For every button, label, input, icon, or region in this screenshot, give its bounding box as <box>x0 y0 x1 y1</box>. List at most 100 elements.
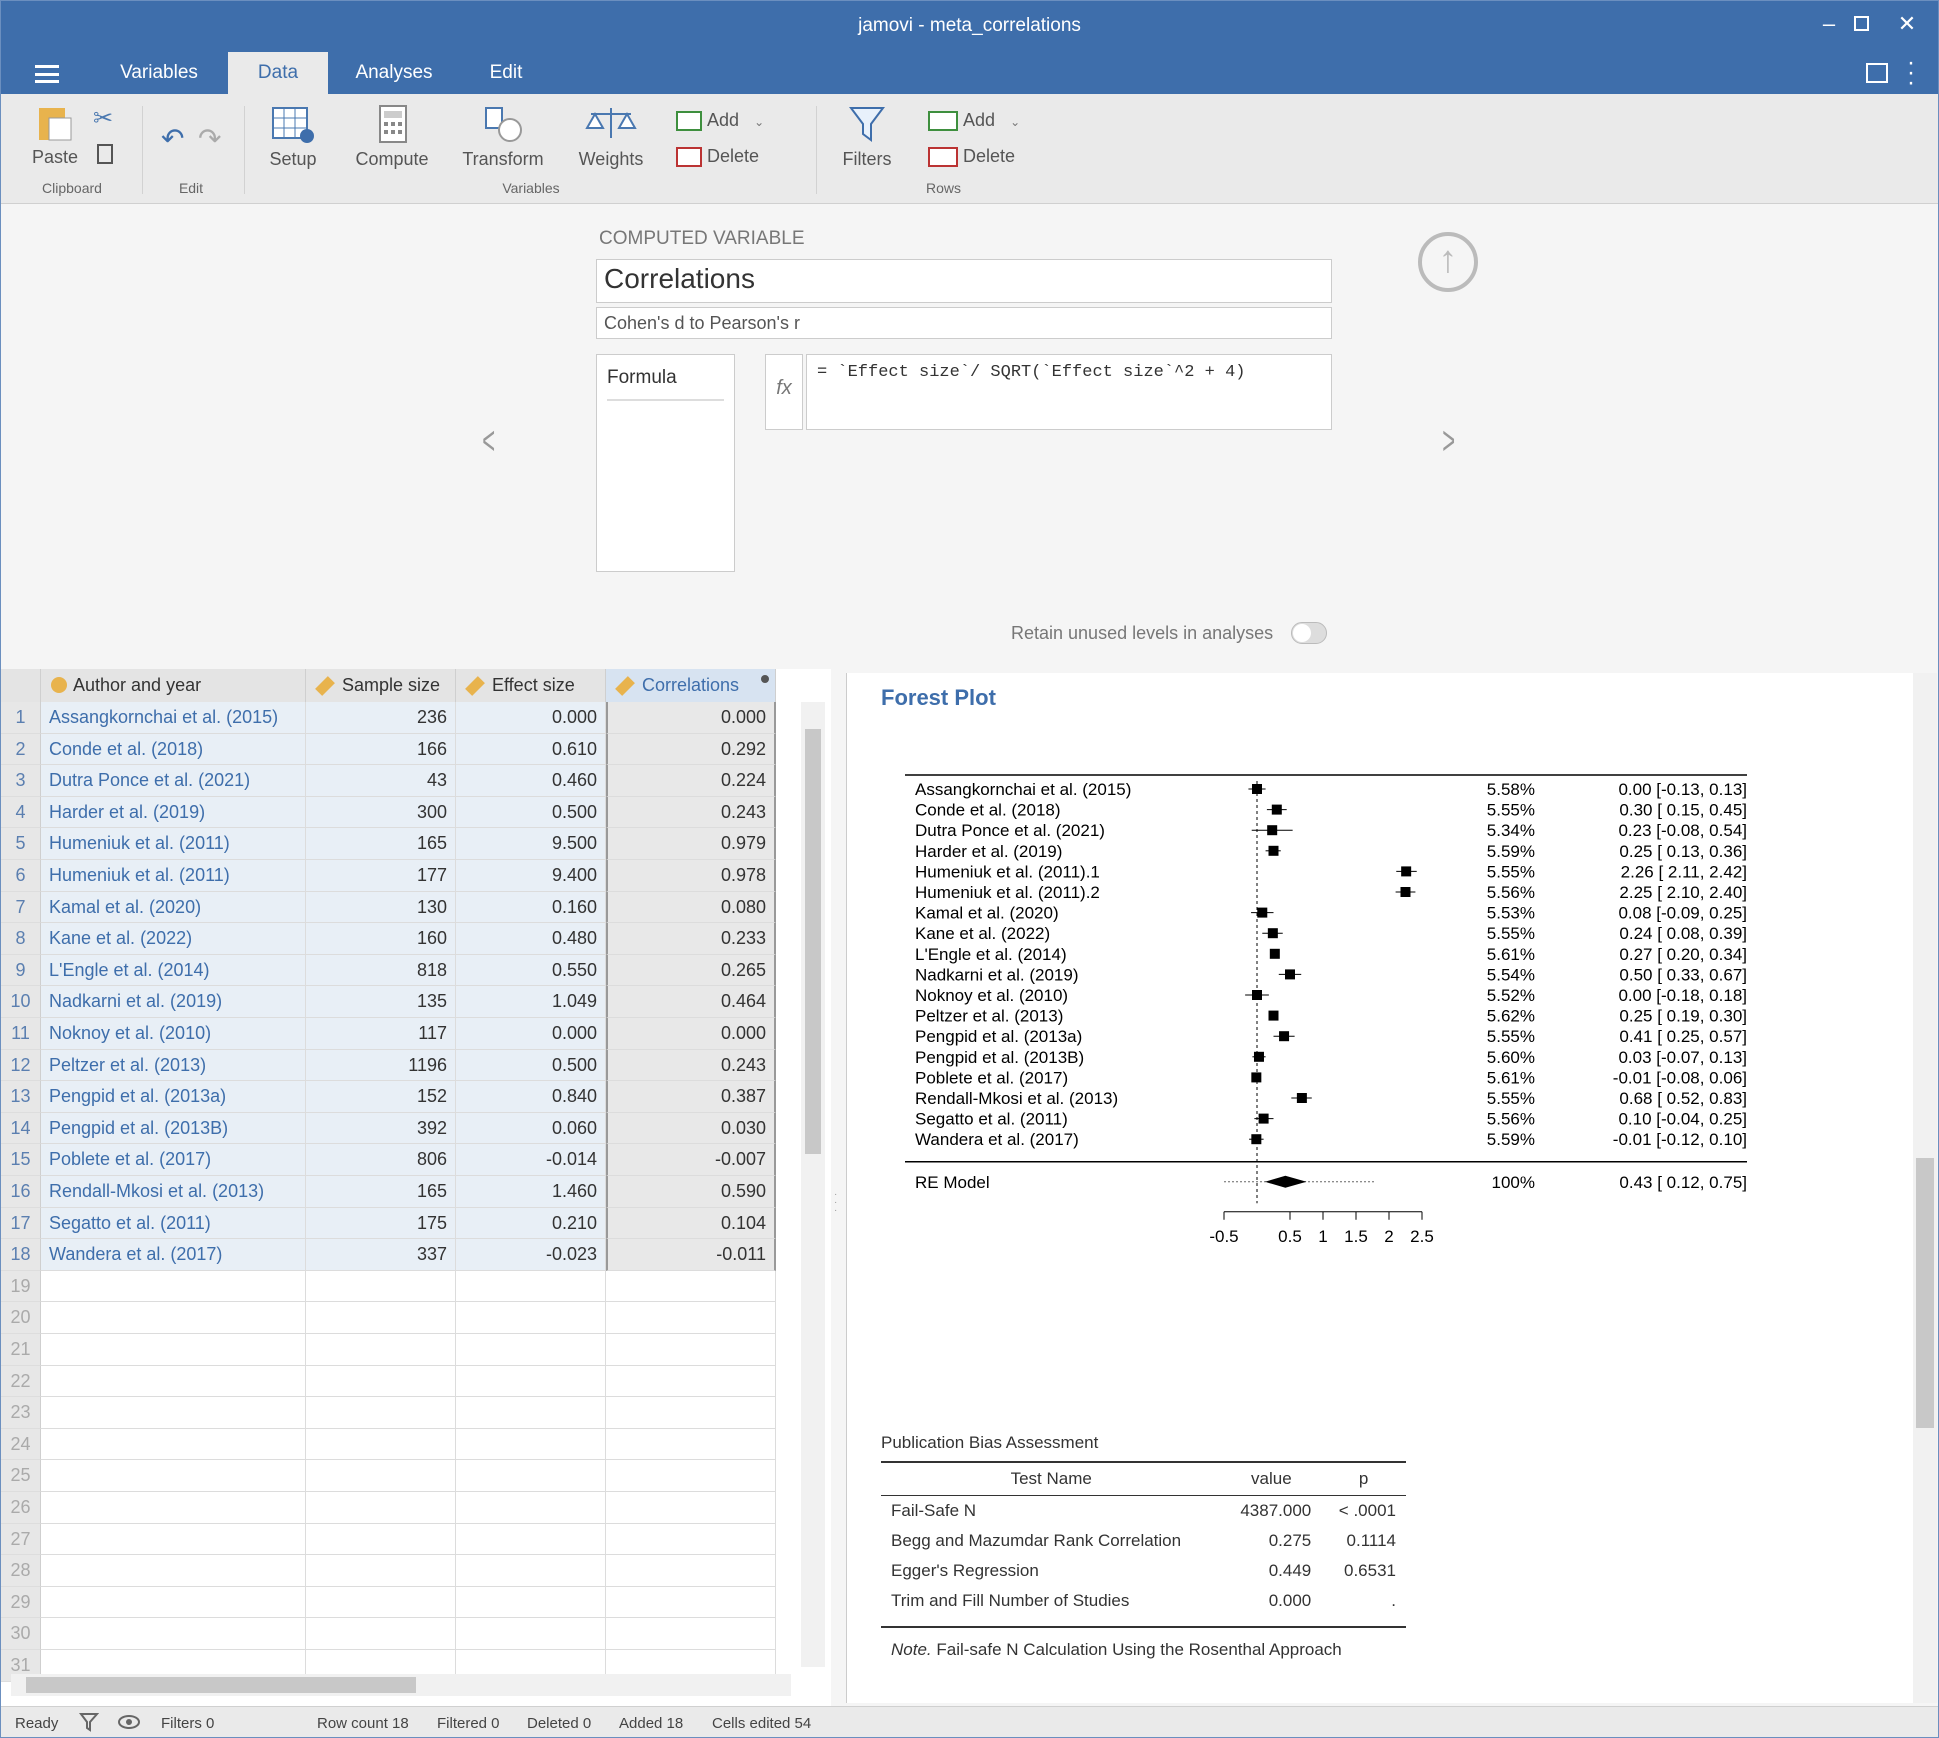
table-cell[interactable]: 236 <box>306 702 456 734</box>
table-cell[interactable]: Harder et al. (2019) <box>41 796 306 829</box>
table-cell[interactable]: 0.243 <box>606 796 776 829</box>
row-number[interactable]: 20 <box>1 1302 41 1334</box>
table-cell[interactable]: Kamal et al. (2020) <box>41 891 306 924</box>
row-number[interactable]: 3 <box>1 765 41 797</box>
table-cell[interactable]: -0.023 <box>456 1239 606 1271</box>
table-cell[interactable]: Humeniuk et al. (2011) <box>41 860 306 892</box>
more-options-icon[interactable]: · · · <box>1907 51 1915 95</box>
table-cell[interactable] <box>41 1302 306 1334</box>
row-number[interactable]: 13 <box>1 1081 41 1113</box>
table-cell[interactable]: 392 <box>306 1112 456 1145</box>
table-cell[interactable] <box>306 1334 456 1366</box>
table-cell[interactable]: 0.480 <box>456 923 606 955</box>
table-cell[interactable]: 818 <box>306 954 456 987</box>
row-number[interactable]: 4 <box>1 796 41 829</box>
table-cell[interactable]: 300 <box>306 796 456 829</box>
table-cell[interactable]: 9.500 <box>456 828 606 860</box>
table-cell[interactable]: -0.011 <box>606 1239 776 1271</box>
table-cell[interactable]: 0.030 <box>606 1112 776 1145</box>
row-number[interactable]: 18 <box>1 1239 41 1271</box>
table-cell[interactable]: 806 <box>306 1144 456 1176</box>
table-cell[interactable] <box>456 1492 606 1524</box>
row-number[interactable]: 19 <box>1 1270 41 1303</box>
table-cell[interactable] <box>456 1523 606 1556</box>
tab-edit[interactable]: Edit <box>471 52 541 94</box>
undo-icon[interactable]: ↶ <box>161 122 184 155</box>
row-number[interactable]: 10 <box>1 986 41 1018</box>
table-cell[interactable]: 1.460 <box>456 1176 606 1208</box>
row-number[interactable]: 22 <box>1 1365 41 1398</box>
table-cell[interactable]: 0.080 <box>606 891 776 924</box>
scroll-thumb[interactable] <box>1916 1158 1934 1428</box>
table-cell[interactable] <box>306 1397 456 1429</box>
table-cell[interactable] <box>41 1618 306 1650</box>
table-cell[interactable]: 177 <box>306 860 456 892</box>
table-cell[interactable] <box>41 1460 306 1492</box>
cut-icon[interactable]: ✂ <box>93 104 113 133</box>
table-cell[interactable] <box>41 1270 306 1303</box>
table-cell[interactable] <box>606 1302 776 1334</box>
row-number[interactable]: 1 <box>1 702 41 734</box>
table-cell[interactable] <box>41 1555 306 1587</box>
table-cell[interactable]: Peltzer et al. (2013) <box>41 1049 306 1082</box>
table-cell[interactable]: 0.500 <box>456 796 606 829</box>
copy-icon[interactable] <box>97 144 113 164</box>
table-cell[interactable]: Assangkornchai et al. (2015) <box>41 702 306 734</box>
row-number[interactable]: 29 <box>1 1586 41 1619</box>
row-number[interactable]: 12 <box>1 1049 41 1082</box>
table-cell[interactable]: 0.000 <box>606 1018 776 1050</box>
table-cell[interactable]: Pengpid et al. (2013a) <box>41 1081 306 1113</box>
table-cell[interactable]: Nadkarni et al. (2019) <box>41 986 306 1018</box>
add-row-button[interactable]: Add ⌄ <box>928 110 1048 132</box>
table-cell[interactable]: 1196 <box>306 1049 456 1082</box>
table-cell[interactable]: 0.550 <box>456 954 606 987</box>
next-variable-icon[interactable]: > <box>1442 419 1455 464</box>
table-cell[interactable] <box>306 1428 456 1461</box>
table-cell[interactable]: 152 <box>306 1081 456 1113</box>
table-cell[interactable]: L'Engle et al. (2014) <box>41 954 306 987</box>
table-cell[interactable]: 0.460 <box>456 765 606 797</box>
column-header-effect-size[interactable]: Effect size <box>456 669 606 702</box>
table-cell[interactable] <box>306 1586 456 1619</box>
delete-variable-button[interactable]: Delete <box>676 146 786 168</box>
table-cell[interactable]: 130 <box>306 891 456 924</box>
table-cell[interactable] <box>456 1334 606 1366</box>
setup-button[interactable]: Setup <box>263 104 323 170</box>
table-cell[interactable] <box>606 1460 776 1492</box>
formula-input[interactable]: = `Effect size`/ SQRT(`Effect size`^2 + … <box>806 354 1332 430</box>
results-scrollbar[interactable] <box>1913 673 1937 1703</box>
table-cell[interactable]: Rendall-Mkosi et al. (2013) <box>41 1176 306 1208</box>
table-cell[interactable]: 0.978 <box>606 860 776 892</box>
row-number[interactable]: 16 <box>1 1176 41 1208</box>
row-number[interactable]: 5 <box>1 828 41 860</box>
row-number[interactable]: 17 <box>1 1207 41 1240</box>
table-cell[interactable] <box>456 1365 606 1398</box>
redo-icon[interactable]: ↷ <box>198 122 221 155</box>
previous-variable-icon[interactable]: < <box>482 419 495 464</box>
row-number[interactable]: 15 <box>1 1144 41 1176</box>
table-cell[interactable]: Dutra Ponce et al. (2021) <box>41 765 306 797</box>
table-cell[interactable]: 337 <box>306 1239 456 1271</box>
table-cell[interactable]: -0.014 <box>456 1144 606 1176</box>
table-cell[interactable]: 0.104 <box>606 1207 776 1240</box>
table-cell[interactable]: 0.265 <box>606 954 776 987</box>
table-cell[interactable] <box>41 1334 306 1366</box>
table-cell[interactable] <box>306 1302 456 1334</box>
table-cell[interactable]: 0.224 <box>606 765 776 797</box>
table-cell[interactable] <box>306 1618 456 1650</box>
table-cell[interactable] <box>41 1523 306 1556</box>
table-cell[interactable]: 0.233 <box>606 923 776 955</box>
retain-levels-toggle[interactable] <box>1291 622 1327 644</box>
table-cell[interactable] <box>306 1492 456 1524</box>
table-cell[interactable] <box>41 1586 306 1619</box>
table-cell[interactable]: Kane et al. (2022) <box>41 923 306 955</box>
table-cell[interactable]: 43 <box>306 765 456 797</box>
table-cell[interactable] <box>41 1365 306 1398</box>
table-cell[interactable]: 166 <box>306 733 456 766</box>
table-cell[interactable]: 1.049 <box>456 986 606 1018</box>
panel-splitter[interactable]: · · · <box>834 1190 840 1221</box>
scroll-thumb[interactable] <box>26 1677 416 1693</box>
table-cell[interactable]: Humeniuk et al. (2011) <box>41 828 306 860</box>
hamburger-menu-icon[interactable] <box>35 65 59 83</box>
table-cell[interactable]: 0.000 <box>606 702 776 734</box>
